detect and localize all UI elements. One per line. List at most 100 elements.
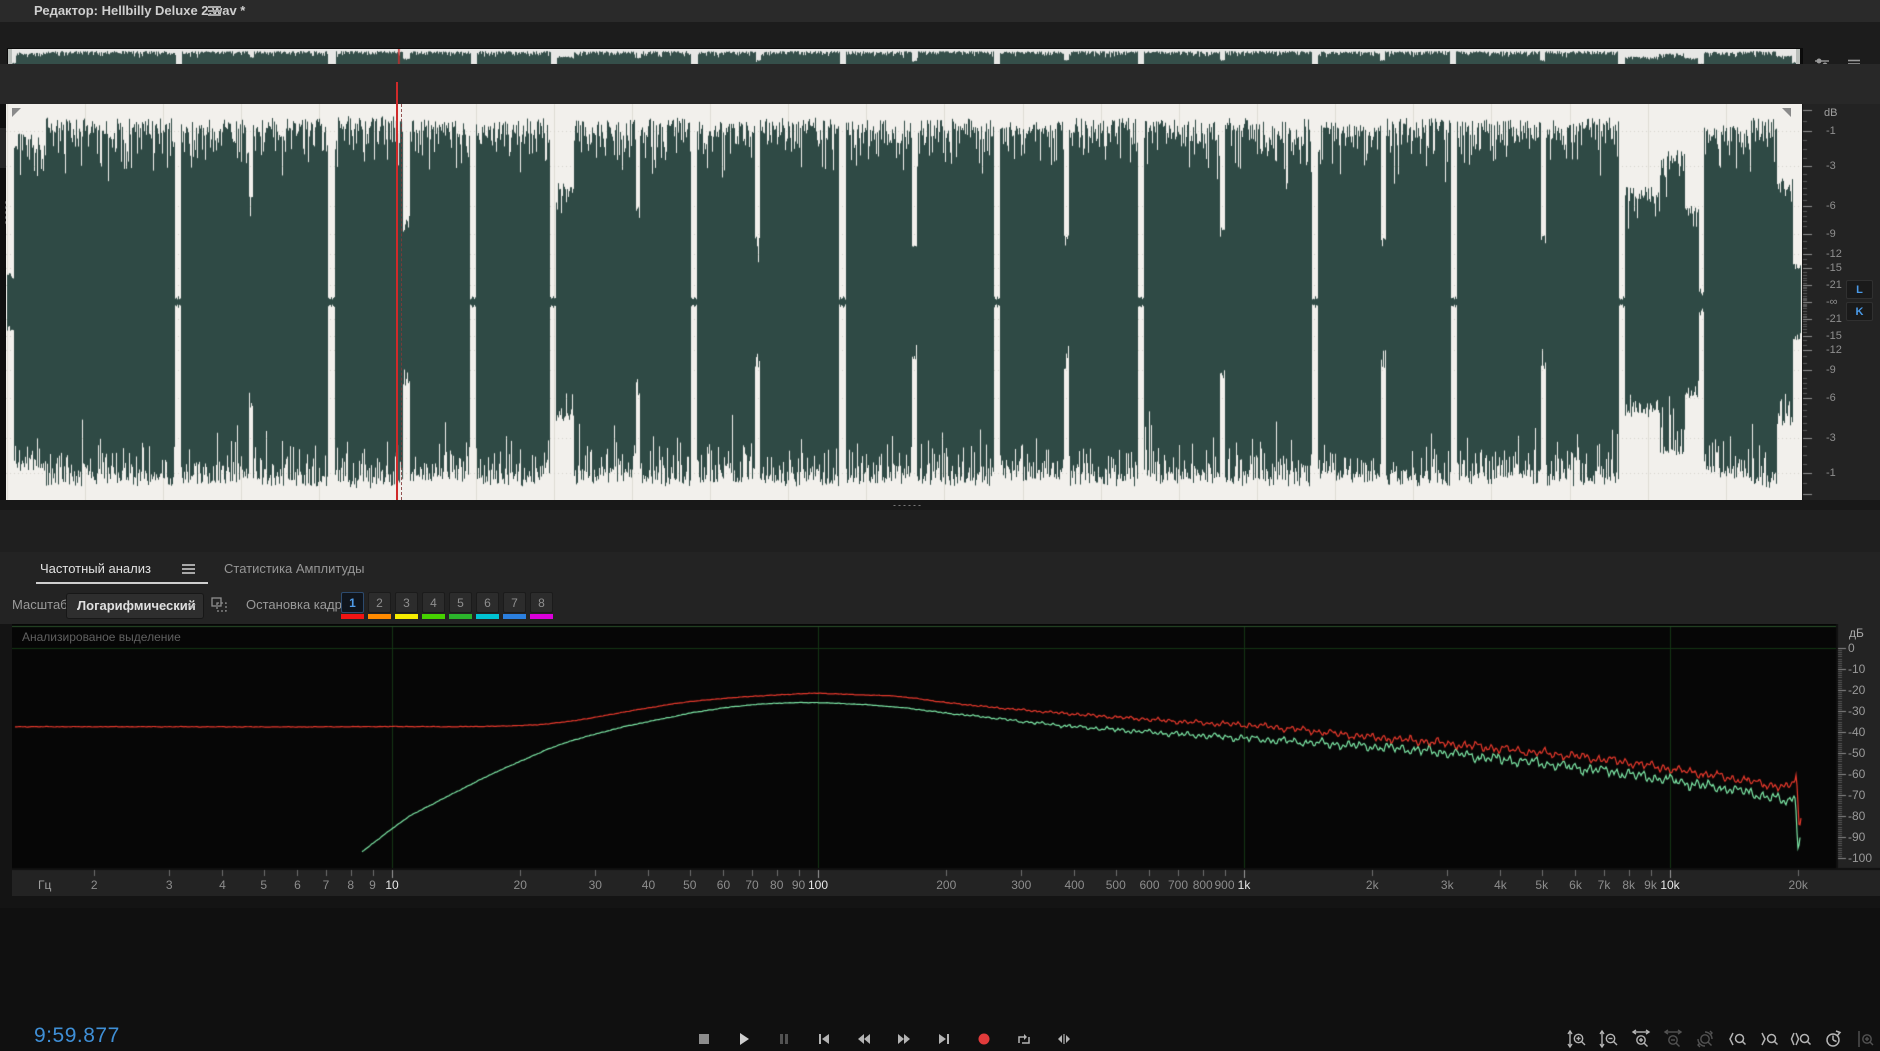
frame-hold-button-8[interactable]: 8 (530, 592, 553, 619)
amplitude-scale-label: -6 (1826, 392, 1836, 404)
frame-hold-color-swatch (503, 614, 526, 619)
frame-hold-number: 4 (422, 592, 445, 613)
amplitude-scale-label: -6 (1826, 200, 1836, 212)
scale-label: Масштаб: (12, 597, 71, 612)
overview-row (0, 22, 1880, 64)
copy-graph-button[interactable] (208, 596, 228, 614)
frame-hold-button-5[interactable]: 5 (449, 592, 472, 619)
horizontal-zoom-bar[interactable] (0, 500, 1880, 510)
db-tick-label: 0 (1848, 641, 1855, 655)
frame-hold-buttons: 12345678 (341, 592, 553, 619)
db-tick-label: -50 (1848, 746, 1865, 760)
controls-row: Масштаб: Логарифмический Остановка кадра… (0, 590, 1880, 624)
frequency-tick-label: 30 (575, 878, 615, 892)
frequency-tick-label: 4 (202, 878, 242, 892)
zoom-in-at-in-point-button[interactable] (1726, 1028, 1748, 1050)
db-tick-label: -10 (1848, 662, 1865, 676)
chevron-down-icon (187, 603, 196, 609)
selection-boundary-line (401, 104, 402, 500)
scale-dropdown[interactable]: Логарифмический (66, 593, 204, 619)
frame-hold-number: 2 (368, 592, 391, 613)
frame-hold-color-swatch (449, 614, 472, 619)
db-tick-label: -60 (1848, 767, 1865, 781)
selection-handle-right[interactable] (1782, 108, 1791, 117)
amplitude-scale-label: -15 (1826, 262, 1842, 274)
zoom-out-horizontal-button[interactable] (1662, 1028, 1684, 1050)
skip-to-start-button[interactable] (812, 1027, 836, 1051)
amplitude-scale-label: -21 (1826, 279, 1842, 291)
zoom-out-vertical-button[interactable] (1598, 1028, 1620, 1050)
frequency-tick-label: 2 (74, 878, 114, 892)
tab-amplitude-statistics[interactable]: Статистика Амплитуды (224, 561, 364, 576)
frame-hold-button-6[interactable]: 6 (476, 592, 499, 619)
play-button[interactable] (732, 1027, 756, 1051)
db-tick-label: -40 (1848, 725, 1865, 739)
tab-panel-menu-icon[interactable] (182, 564, 195, 575)
amplitude-scale-label: -12 (1826, 344, 1842, 356)
channel-button-right[interactable]: K (1846, 302, 1873, 321)
pause-button[interactable] (772, 1027, 796, 1051)
amplitude-scale-label: -15 (1826, 330, 1842, 342)
channel-button-left[interactable]: L (1846, 280, 1873, 299)
frequency-graph (12, 624, 1880, 896)
frame-hold-button-2[interactable]: 2 (368, 592, 391, 619)
amplitude-scale-label: -1 (1826, 125, 1836, 137)
amplitude-scale-label: -∞ (1826, 296, 1838, 308)
frame-hold-button-1[interactable]: 1 (341, 592, 364, 619)
db-tick-label: -70 (1848, 788, 1865, 802)
selection-handle-left[interactable] (12, 108, 21, 117)
frame-hold-number: 8 (530, 592, 553, 613)
frequency-tick-label: 300 (1001, 878, 1041, 892)
transport-buttons (692, 1027, 1076, 1051)
zoom-in-at-out-point-button[interactable] (1758, 1028, 1780, 1050)
time-display[interactable]: 9:59.877 (34, 1024, 120, 1048)
rewind-button[interactable] (852, 1027, 876, 1051)
loop-playback-button[interactable] (1012, 1027, 1036, 1051)
zoom-reset-button[interactable] (1694, 1028, 1716, 1050)
zoom-to-selection-button[interactable] (1790, 1028, 1812, 1050)
waveform-display[interactable] (6, 104, 1802, 500)
frame-hold-button-4[interactable]: 4 (422, 592, 445, 619)
transport-row: 9:59.877 (0, 510, 1880, 552)
amplitude-scale-label: -12 (1826, 248, 1842, 260)
frame-hold-button-3[interactable]: 3 (395, 592, 418, 619)
frequency-tick-label: 10 (372, 878, 412, 892)
frame-hold-number: 3 (395, 592, 418, 613)
copy-icon (208, 596, 228, 614)
scale-dropdown-value: Логарифмический (77, 598, 196, 613)
frequency-tick-label: 3 (149, 878, 189, 892)
zoom-in-vertical-button[interactable] (1566, 1028, 1588, 1050)
fast-forward-button[interactable] (892, 1027, 916, 1051)
amplitude-scale-label: -1 (1826, 467, 1836, 479)
skip-to-end-button[interactable] (932, 1027, 956, 1051)
record-button[interactable] (972, 1027, 996, 1051)
frequency-tick-label: 1k (1224, 878, 1264, 892)
frequency-tick-label: 200 (926, 878, 966, 892)
stop-button[interactable] (692, 1027, 716, 1051)
frequency-tick-label: 2k (1352, 878, 1392, 892)
frame-hold-color-swatch (476, 614, 499, 619)
db-tick-label: -20 (1848, 683, 1865, 697)
db-tick-label: -30 (1848, 704, 1865, 718)
db-tick-label: -100 (1848, 851, 1872, 865)
frame-hold-color-swatch (341, 614, 364, 619)
frequency-tick-label: 10k (1650, 878, 1690, 892)
frequency-tick-label: 3k (1427, 878, 1467, 892)
frame-hold-number: 1 (341, 592, 364, 613)
zoom-time-button[interactable] (1822, 1028, 1844, 1050)
amplitude-scale-label: -3 (1826, 160, 1836, 172)
db-tick-label: -80 (1848, 809, 1865, 823)
zoom-full-vertical-button[interactable] (1854, 1028, 1876, 1050)
zoom-in-horizontal-button[interactable] (1630, 1028, 1652, 1050)
audition-editor-window: { "window": { "title": "Редактор: Hellbi… (0, 0, 1880, 908)
toolbar-row: 4:006:008:0010:0012:0014:0016:0018:0020:… (0, 64, 1880, 104)
panel-menu-icon[interactable] (208, 6, 221, 17)
tab-frequency-analysis[interactable]: Частотный анализ (40, 561, 151, 576)
zoom-bar-grip-icon[interactable] (892, 504, 922, 507)
playhead-line[interactable] (396, 82, 398, 500)
frequency-tick-label: 20k (1778, 878, 1818, 892)
graph-title: Анализированое выделение (22, 630, 181, 644)
skip-selection-button[interactable] (1052, 1027, 1076, 1051)
frame-hold-button-7[interactable]: 7 (503, 592, 526, 619)
active-tab-underline (36, 582, 208, 584)
